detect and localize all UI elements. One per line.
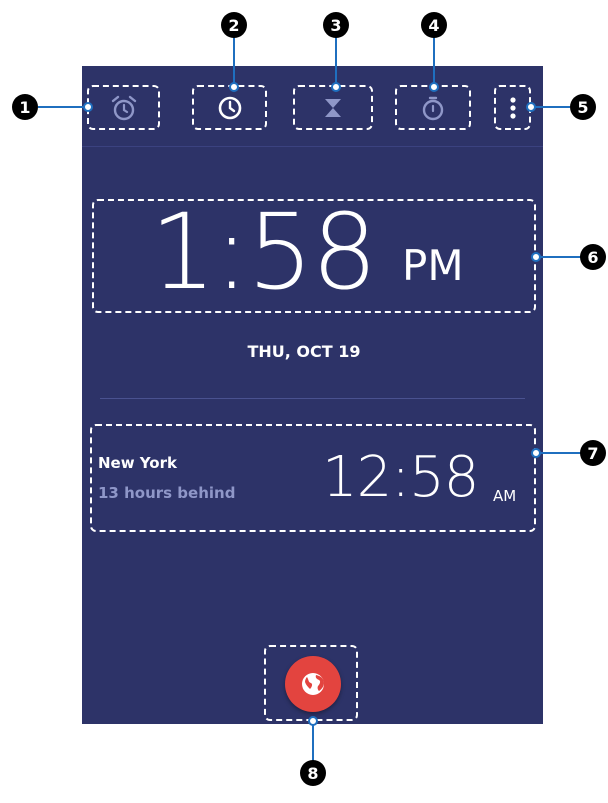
leader-dot-1 [83, 102, 93, 112]
leader-dot-6 [531, 252, 541, 262]
leader-line-7 [535, 452, 582, 454]
leader-line-8 [312, 721, 314, 761]
callout-3: 3 [323, 12, 349, 38]
callout-5: 5 [570, 94, 596, 120]
leader-line-6 [535, 256, 582, 258]
leader-line-4 [433, 35, 435, 87]
main-clock-time: 1:58 [150, 191, 378, 313]
globe-icon [300, 671, 326, 697]
add-city-button[interactable] [285, 656, 341, 712]
leader-dot-5 [526, 102, 536, 112]
leader-dot-3 [331, 82, 341, 92]
clock-icon [194, 87, 265, 128]
stopwatch-icon [397, 87, 469, 128]
leader-line-3 [335, 35, 337, 87]
main-clock-ampm: PM [402, 241, 464, 290]
tab-alarm[interactable] [87, 85, 160, 130]
leader-dot-4 [429, 82, 439, 92]
tab-bar-divider [82, 146, 543, 147]
callout-4: 4 [421, 12, 447, 38]
alarm-icon [89, 87, 158, 128]
leader-line-1 [38, 106, 88, 108]
callout-2: 2 [221, 12, 247, 38]
callout-6: 6 [580, 244, 606, 270]
more-vert-icon [496, 87, 529, 128]
city-ampm: AM [493, 487, 517, 505]
hourglass-icon [295, 87, 371, 128]
tab-timer[interactable] [293, 85, 373, 130]
leader-dot-2 [229, 82, 239, 92]
callout-8: 8 [300, 760, 326, 786]
time-difference: 13 hours behind [98, 484, 236, 502]
world-clock-divider [100, 398, 525, 399]
city-time: 12:58 [322, 445, 479, 510]
callout-7: 7 [580, 440, 606, 466]
city-name: New York [98, 454, 177, 472]
leader-dot-8 [308, 716, 318, 726]
tab-world-clock[interactable] [192, 85, 267, 130]
clock-app-screen [82, 66, 543, 724]
callout-1: 1 [12, 94, 38, 120]
current-date: THU, OCT 19 [247, 342, 361, 361]
leader-dot-7 [531, 448, 541, 458]
leader-line-5 [530, 106, 570, 108]
leader-line-2 [233, 35, 235, 87]
